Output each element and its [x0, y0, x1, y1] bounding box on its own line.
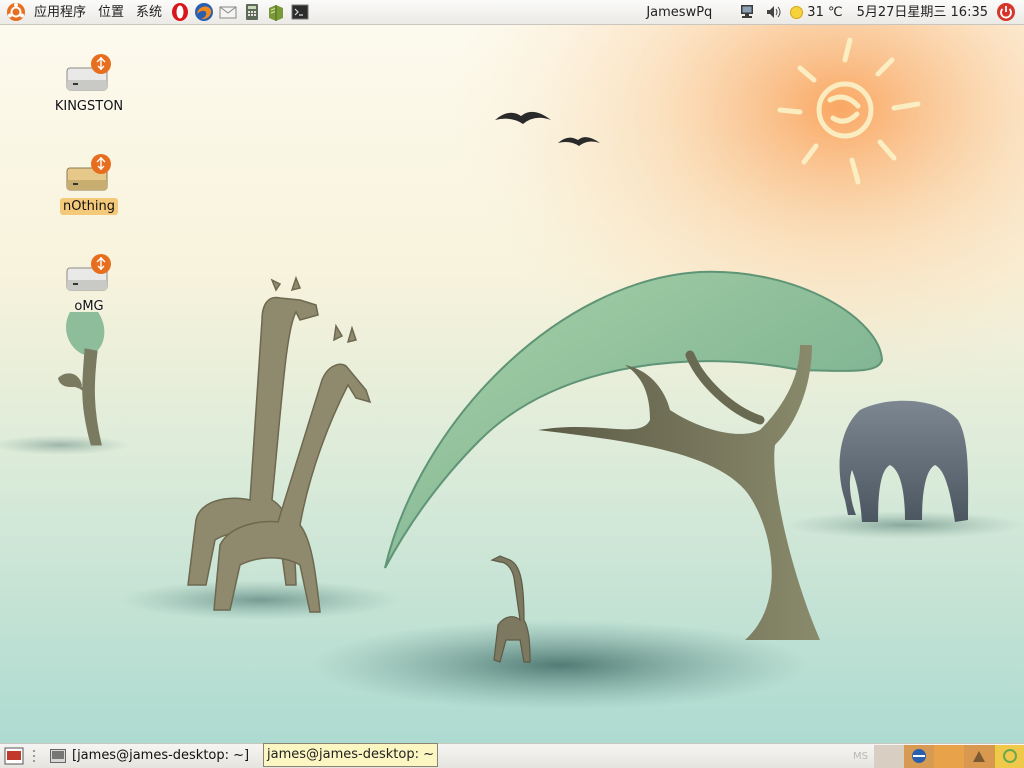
mail-icon[interactable]	[217, 1, 239, 23]
launchers	[168, 0, 312, 25]
menu-system[interactable]: 系统	[130, 0, 168, 25]
volume-icon[interactable]	[760, 0, 786, 25]
weather-temperature: 31 ℃	[807, 4, 843, 20]
desktop-icon-kingston[interactable]: KINGSTON	[44, 52, 134, 115]
panel-separator-handle[interactable]	[32, 746, 38, 767]
bottom-panel: [james@james-desktop: ~] MS	[0, 743, 1024, 768]
weather-sun-icon	[790, 5, 804, 19]
desktop-icon-label: nOthing	[60, 198, 118, 215]
trash-icon[interactable]	[994, 744, 1024, 768]
taskbar-terminal-button[interactable]: [james@james-desktop: ~]	[44, 745, 255, 767]
ubuntu-logo-icon[interactable]	[5, 1, 27, 23]
desktop-icon-nothing[interactable]: nOthing	[44, 152, 134, 215]
weather-widget[interactable]: 31 ℃	[786, 0, 846, 25]
workspace-4[interactable]	[964, 744, 994, 768]
browser-icon	[912, 749, 926, 763]
usb-drive-icon	[65, 152, 113, 196]
workspace-switcher: MS	[853, 744, 1024, 768]
usb-drive-icon	[65, 252, 113, 296]
top-panel: 应用程序 位置 系统 JameswPq 31 ℃ 5月27日星期三 16:35	[0, 0, 1024, 25]
menu-applications[interactable]: 应用程序	[28, 0, 92, 25]
show-desktop-button[interactable]	[4, 746, 24, 767]
menu-places[interactable]: 位置	[92, 0, 130, 25]
book-icon[interactable]	[265, 1, 287, 23]
workspace-1[interactable]	[874, 744, 904, 768]
desktop-icon-label: KINGSTON	[54, 99, 124, 114]
user-name[interactable]: JameswPq	[642, 0, 716, 25]
workspace-label: MS	[853, 750, 868, 762]
network-icon[interactable]	[734, 0, 760, 25]
power-icon[interactable]	[992, 0, 1020, 25]
workspace-2[interactable]	[904, 744, 934, 768]
taskbar-terminal-label: [james@james-desktop: ~]	[72, 748, 250, 763]
workspace-3[interactable]	[934, 744, 964, 768]
app-icon	[973, 751, 985, 762]
calculator-icon[interactable]	[241, 1, 263, 23]
desktop-icon-label: oMG	[74, 299, 104, 314]
system-tray: JameswPq 31 ℃ 5月27日星期三 16:35	[642, 0, 1020, 25]
usb-drive-icon	[65, 52, 113, 96]
opera-icon[interactable]	[169, 1, 191, 23]
terminal-icon[interactable]	[289, 1, 311, 23]
main-menu: 应用程序 位置 系统	[4, 0, 168, 25]
desktop-icon-omg[interactable]: oMG	[44, 252, 134, 315]
desktop-wallpaper	[0, 0, 1024, 768]
firefox-icon[interactable]	[193, 1, 215, 23]
terminal-icon	[50, 749, 66, 763]
taskbar-tooltip: james@james-desktop: ~	[263, 743, 438, 767]
clock[interactable]: 5月27日星期三 16:35	[853, 0, 992, 25]
